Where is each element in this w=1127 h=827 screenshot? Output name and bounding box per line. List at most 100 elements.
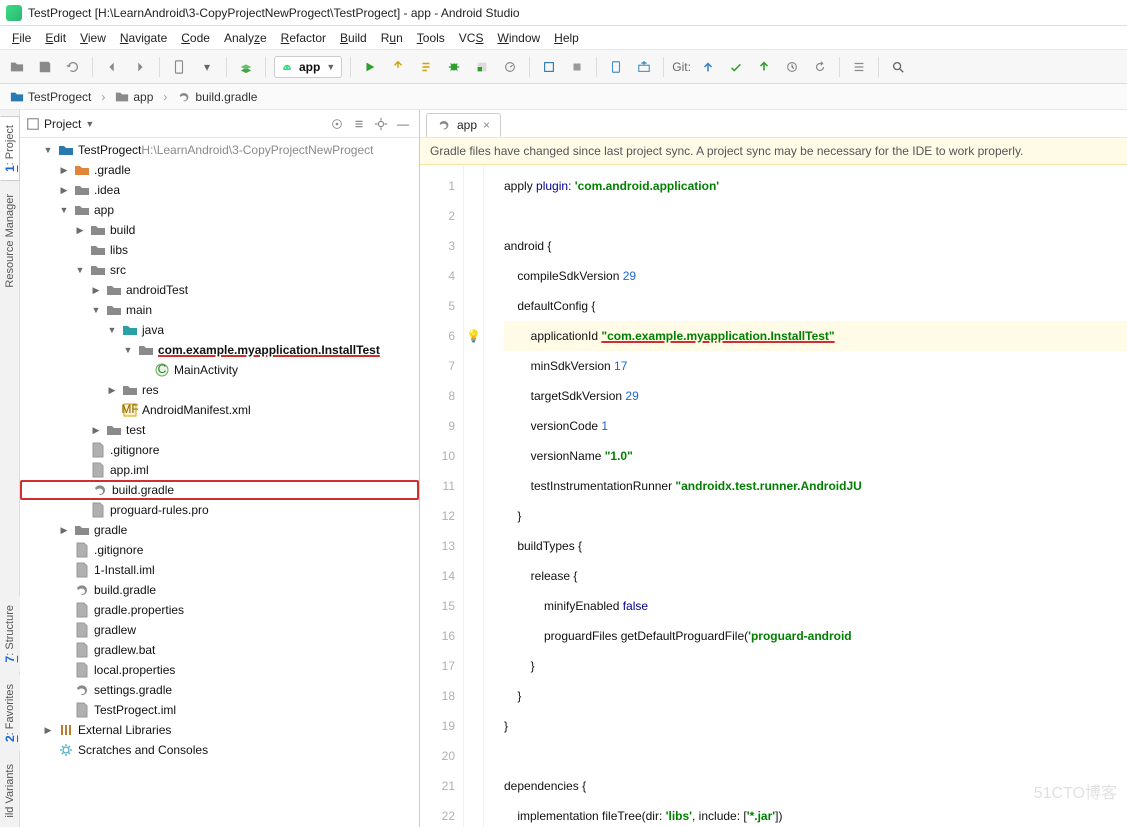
tree-row[interactable]: gradlew.bat bbox=[20, 640, 419, 660]
tree-arrow-icon[interactable]: ▼ bbox=[42, 145, 54, 155]
editor-tab-active[interactable]: app × bbox=[426, 113, 501, 137]
menu-file[interactable]: File bbox=[6, 29, 37, 47]
attach-debugger-button[interactable] bbox=[538, 56, 560, 78]
profiler-button[interactable] bbox=[499, 56, 521, 78]
tool-tab-resource-manager[interactable]: Resource Manager bbox=[1, 185, 19, 297]
tree-arrow-icon[interactable]: ▶ bbox=[90, 425, 102, 436]
tree-row[interactable]: ▶res bbox=[20, 380, 419, 400]
select-device-button[interactable] bbox=[168, 56, 190, 78]
tree-row[interactable]: ▶gradle bbox=[20, 520, 419, 540]
tree-row[interactable]: ▶androidTest bbox=[20, 280, 419, 300]
vcs-rollback-button[interactable] bbox=[809, 56, 831, 78]
apply-code-changes-button[interactable] bbox=[415, 56, 437, 78]
dropdown-caret-icon[interactable]: ▾ bbox=[196, 56, 218, 78]
hide-button[interactable]: — bbox=[393, 114, 413, 134]
lightbulb-icon[interactable]: 💡 bbox=[466, 329, 481, 343]
tree-arrow-icon[interactable]: ▼ bbox=[74, 265, 86, 275]
tree-row[interactable]: ▶.gradle bbox=[20, 160, 419, 180]
avd-manager-button[interactable] bbox=[605, 56, 627, 78]
sdk-manager-button[interactable] bbox=[633, 56, 655, 78]
vcs-commit-button[interactable] bbox=[725, 56, 747, 78]
breadcrumb-file[interactable]: build.gradle bbox=[173, 88, 261, 106]
collapse-all-button[interactable] bbox=[349, 114, 369, 134]
open-button[interactable] bbox=[6, 56, 28, 78]
run-button[interactable] bbox=[359, 56, 381, 78]
menu-window[interactable]: Window bbox=[491, 29, 546, 47]
tree-row[interactable]: MFAndroidManifest.xml bbox=[20, 400, 419, 420]
tree-row[interactable]: ▶build bbox=[20, 220, 419, 240]
tree-row[interactable]: ▼java bbox=[20, 320, 419, 340]
tree-arrow-icon[interactable]: ▶ bbox=[106, 385, 118, 396]
code-area[interactable]: apply plugin: 'com.android.application' … bbox=[484, 165, 1127, 827]
tree-arrow-icon[interactable]: ▼ bbox=[58, 205, 70, 215]
vcs-push-button[interactable] bbox=[753, 56, 775, 78]
tree-arrow-icon[interactable]: ▶ bbox=[90, 285, 102, 296]
tree-row[interactable]: 1-Install.iml bbox=[20, 560, 419, 580]
refresh-button[interactable] bbox=[62, 56, 84, 78]
tree-row[interactable]: build.gradle bbox=[20, 580, 419, 600]
tree-row[interactable]: ▼src bbox=[20, 260, 419, 280]
menu-code[interactable]: Code bbox=[175, 29, 216, 47]
tree-arrow-icon[interactable]: ▼ bbox=[122, 345, 134, 355]
menu-tools[interactable]: Tools bbox=[411, 29, 451, 47]
structure-button[interactable] bbox=[848, 56, 870, 78]
tree-row[interactable]: ▼TestProgect H:\LearnAndroid\3-CopyProje… bbox=[20, 140, 419, 160]
tree-row[interactable]: proguard-rules.pro bbox=[20, 500, 419, 520]
vcs-update-button[interactable] bbox=[697, 56, 719, 78]
tree-row[interactable]: ▶.idea bbox=[20, 180, 419, 200]
tree-row[interactable]: ▶External Libraries bbox=[20, 720, 419, 740]
search-button[interactable] bbox=[887, 56, 909, 78]
tree-row[interactable]: build.gradle bbox=[20, 480, 419, 500]
editor-body[interactable]: 12345678910111213141516171819202122 💡 ap… bbox=[420, 165, 1127, 827]
gradle-sync-notice[interactable]: Gradle files have changed since last pro… bbox=[420, 138, 1127, 165]
tree-arrow-icon[interactable]: ▶ bbox=[58, 165, 70, 176]
tree-row[interactable]: TestProgect.iml bbox=[20, 700, 419, 720]
tree-row[interactable]: .gitignore bbox=[20, 540, 419, 560]
tree-arrow-icon[interactable]: ▼ bbox=[90, 305, 102, 315]
tree-arrow-icon[interactable]: ▶ bbox=[74, 225, 86, 236]
menu-navigate[interactable]: Navigate bbox=[114, 29, 173, 47]
project-view-selector[interactable]: Project ▼ bbox=[26, 117, 321, 131]
tool-tab-project[interactable]: 1: Project bbox=[0, 116, 20, 181]
tree-row[interactable]: settings.gradle bbox=[20, 680, 419, 700]
tree-row[interactable]: CMainActivity bbox=[20, 360, 419, 380]
tree-row[interactable]: ▼main bbox=[20, 300, 419, 320]
breadcrumb-module[interactable]: app bbox=[111, 88, 157, 106]
menu-build[interactable]: Build bbox=[334, 29, 373, 47]
tree-arrow-icon[interactable]: ▶ bbox=[58, 525, 70, 536]
menu-run[interactable]: Run bbox=[375, 29, 409, 47]
back-button[interactable] bbox=[101, 56, 123, 78]
tree-row[interactable]: ▼com.example.myapplication.InstallTest bbox=[20, 340, 419, 360]
tree-row[interactable]: .gitignore bbox=[20, 440, 419, 460]
save-button[interactable] bbox=[34, 56, 56, 78]
close-tab-icon[interactable]: × bbox=[483, 118, 490, 132]
breadcrumb-root[interactable]: TestProgect bbox=[6, 88, 95, 106]
menu-view[interactable]: View bbox=[74, 29, 112, 47]
tree-row[interactable]: libs bbox=[20, 240, 419, 260]
stop-button[interactable] bbox=[566, 56, 588, 78]
menu-help[interactable]: Help bbox=[548, 29, 585, 47]
tree-row[interactable]: gradlew bbox=[20, 620, 419, 640]
forward-button[interactable] bbox=[129, 56, 151, 78]
menu-vcs[interactable]: VCS bbox=[453, 29, 490, 47]
tree-row[interactable]: ▶test bbox=[20, 420, 419, 440]
tree-row[interactable]: ▼app bbox=[20, 200, 419, 220]
vcs-history-button[interactable] bbox=[781, 56, 803, 78]
run-configuration-selector[interactable]: app ▼ bbox=[274, 56, 342, 78]
build-button[interactable] bbox=[235, 56, 257, 78]
settings-button[interactable] bbox=[371, 114, 391, 134]
debug-button[interactable] bbox=[443, 56, 465, 78]
tool-tab-favorites[interactable]: 2: Favorites bbox=[0, 675, 20, 751]
tree-row[interactable]: Scratches and Consoles bbox=[20, 740, 419, 760]
menu-edit[interactable]: Edit bbox=[39, 29, 72, 47]
menu-refactor[interactable]: Refactor bbox=[275, 29, 332, 47]
tool-tab-build-variants[interactable]: ild Variants bbox=[1, 755, 19, 827]
tool-tab-structure[interactable]: 7: Structure bbox=[0, 596, 20, 671]
tree-row[interactable]: local.properties bbox=[20, 660, 419, 680]
tree-arrow-icon[interactable]: ▼ bbox=[106, 325, 118, 335]
tree-arrow-icon[interactable]: ▶ bbox=[58, 185, 70, 196]
coverage-button[interactable] bbox=[471, 56, 493, 78]
apply-changes-button[interactable] bbox=[387, 56, 409, 78]
menu-analyze[interactable]: Analyze bbox=[218, 29, 273, 47]
tree-row[interactable]: app.iml bbox=[20, 460, 419, 480]
